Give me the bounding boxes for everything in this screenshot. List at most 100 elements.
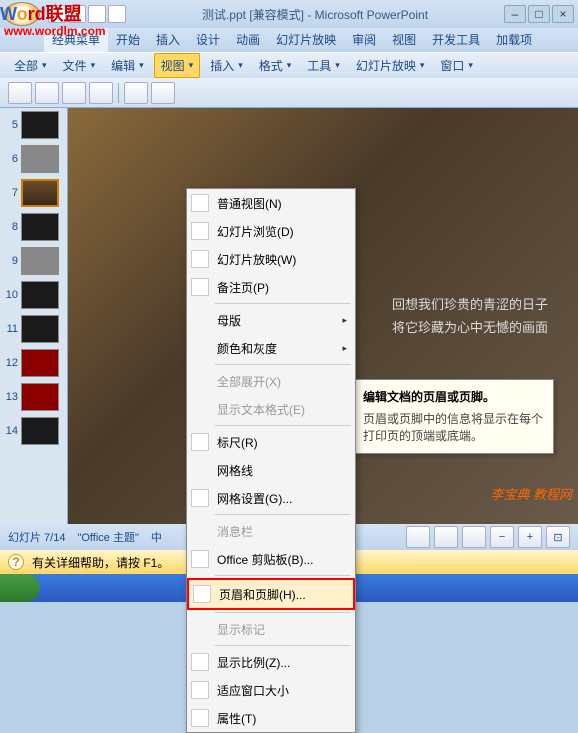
tab-design[interactable]: 设计 [188,27,228,52]
thumbnail-panel[interactable]: 567 8 9 10 11 12 13 14 [0,108,68,524]
open-icon[interactable] [35,82,59,104]
dropdown-item[interactable]: 网格线 [187,456,355,484]
thumbnail-item[interactable]: 6 [0,142,67,176]
dropdown-item[interactable]: 幻灯片浏览(D) [187,217,355,245]
thumbnail-item[interactable]: 13 [0,380,67,414]
dropdown-label: 显示标记 [217,621,347,638]
maximize-button[interactable]: □ [528,5,550,23]
dropdown-item[interactable]: 母版 ▸ [187,306,355,334]
normal-view-icon [191,194,209,212]
thumbnail-item[interactable]: 14 [0,414,67,448]
dropdown-label: 网格线 [217,462,347,479]
minimize-button[interactable]: – [504,5,526,23]
dropdown-item[interactable]: 显示比例(Z)... [187,648,355,676]
notes-icon [191,278,209,296]
tab-insert[interactable]: 插入 [148,27,188,52]
thumbnail-item[interactable]: 10 [0,278,67,312]
view-normal-icon[interactable] [406,526,430,548]
thumb-preview [21,349,59,377]
dropdown-item[interactable]: 幻灯片放映(W) [187,245,355,273]
close-button[interactable]: × [552,5,574,23]
menu-window[interactable]: 窗口 [434,54,479,77]
dropdown-item[interactable]: 适应窗口大小 [187,676,355,704]
tab-view[interactable]: 视图 [384,27,424,52]
tab-review[interactable]: 审阅 [344,27,384,52]
dropdown-separator [215,514,351,515]
view-slideshow-icon[interactable] [462,526,486,548]
dropdown-label: 普通视图(N) [217,195,347,212]
fit-icon [191,681,209,699]
dropdown-item[interactable]: 备注页(P) [187,273,355,301]
save-icon[interactable] [48,5,66,23]
tab-addins[interactable]: 加载项 [488,27,540,52]
menu-file[interactable]: 文件 [57,54,102,77]
tab-home[interactable]: 开始 [108,27,148,52]
help-text: 有关详细帮助，请按 F1。 [32,554,169,571]
zoom-in-icon[interactable]: + [518,526,542,548]
menu-all[interactable]: 全部 [8,54,53,77]
thumb-number: 11 [4,323,18,335]
thumbnail-item[interactable]: 9 [0,244,67,278]
dropdown-item[interactable]: 普通视图(N) [187,189,355,217]
dropdown-separator [215,612,351,613]
start-button[interactable] [0,574,40,602]
blank-icon [191,522,209,540]
tab-animation[interactable]: 动画 [228,27,268,52]
thumb-preview [21,247,59,275]
qat-more-icon[interactable] [108,5,126,23]
status-theme: "Office 主题" [77,529,138,545]
thumb-number: 14 [4,425,18,437]
thumbnail-item[interactable]: 11 [0,312,67,346]
dropdown-item[interactable]: 页眉和页脚(H)... [187,578,355,610]
thumb-number: 10 [4,289,18,301]
thumb-preview [21,281,59,309]
thumbnail-item[interactable]: 7 [0,176,67,210]
redo-icon[interactable] [88,5,106,23]
slide-text: 回想我们珍贵的青涩的日子 将它珍藏为心中无憾的画面 [392,293,548,340]
thumb-preview [21,417,59,445]
thumbnail-item[interactable]: 12 [0,346,67,380]
dropdown-item[interactable]: 网格设置(G)... [187,484,355,512]
thumbnail-item[interactable]: 8 [0,210,67,244]
thumb-preview [21,179,59,207]
thumb-number: 13 [4,391,18,403]
menu-view[interactable]: 视图 [154,53,201,78]
dropdown-item[interactable]: 颜色和灰度▸ [187,334,355,362]
dropdown-item[interactable]: 标尺(R) [187,428,355,456]
preview-icon[interactable] [151,82,175,104]
save-tb-icon[interactable] [62,82,86,104]
sorter-icon [191,222,209,240]
dropdown-separator [215,425,351,426]
submenu-arrow-icon: ▸ [342,315,347,326]
thumb-preview [21,383,59,411]
tab-classic-menu[interactable]: 经典菜单 [44,27,108,52]
thumbnail-item[interactable]: 5 [0,108,67,142]
tab-slideshow[interactable]: 幻灯片放映 [268,27,344,52]
office-button[interactable] [4,2,40,26]
dropdown-label: Office 剪贴板(B)... [217,551,347,568]
clipboard-icon [191,550,209,568]
dropdown-label: 颜色和灰度 [217,340,334,357]
undo-icon[interactable] [68,5,86,23]
menu-format[interactable]: 格式 [253,54,298,77]
thumb-number: 9 [4,255,18,267]
menu-tools[interactable]: 工具 [301,54,346,77]
zoom-out-icon[interactable]: − [490,526,514,548]
tab-developer[interactable]: 开发工具 [424,27,488,52]
tooltip-desc: 页眉或页脚中的信息将显示在每个打印页的顶端或底端。 [363,411,545,445]
menu-slideshow[interactable]: 幻灯片放映 [350,54,431,77]
new-icon[interactable] [8,82,32,104]
menu-insert[interactable]: 插入 [204,54,249,77]
dropdown-item[interactable]: 属性(T) [187,704,355,732]
dropdown-label: 母版 [217,312,334,329]
thumb-number: 8 [4,221,18,233]
blank-icon [191,339,209,357]
mail-icon[interactable] [89,82,113,104]
dropdown-item[interactable]: Office 剪贴板(B)... [187,545,355,573]
view-sorter-icon[interactable] [434,526,458,548]
menu-edit[interactable]: 编辑 [105,54,150,77]
dropdown-label: 显示文本格式(E) [217,401,347,418]
print-icon[interactable] [124,82,148,104]
fit-window-icon[interactable]: ⊡ [546,526,570,548]
thumb-preview [21,145,59,173]
